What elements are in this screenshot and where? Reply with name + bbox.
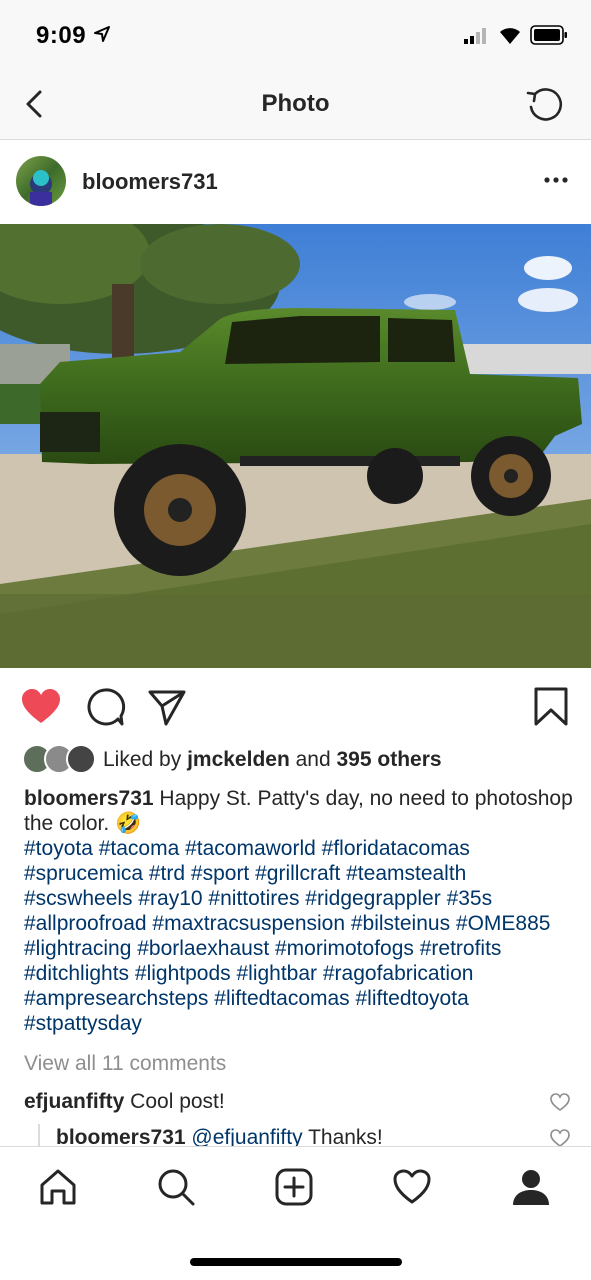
- wifi-icon: [500, 28, 520, 44]
- avatar[interactable]: [16, 156, 66, 206]
- likes-row[interactable]: Liked by jmckelden and 395 others: [0, 740, 591, 780]
- liker-username[interactable]: jmckelden: [187, 748, 290, 771]
- add-icon[interactable]: [274, 1167, 314, 1207]
- post-username[interactable]: bloomers731: [82, 169, 218, 195]
- comment-icon[interactable]: [84, 686, 126, 728]
- caption-username[interactable]: bloomers731: [24, 787, 154, 810]
- location-icon: [94, 26, 110, 42]
- share-icon[interactable]: [146, 686, 188, 728]
- comment-username[interactable]: efjuanfifty: [24, 1090, 124, 1113]
- bookmark-icon[interactable]: [530, 686, 572, 728]
- post-photo[interactable]: [0, 224, 591, 668]
- liker-avatar: [66, 744, 96, 774]
- likes-count[interactable]: 395 others: [337, 748, 442, 771]
- comment-heart-icon[interactable]: [550, 1093, 570, 1111]
- caption-hashtags[interactable]: #toyota #tacoma #tacomaworld #floridatac…: [24, 836, 574, 1036]
- comment-text: Cool post!: [124, 1090, 225, 1113]
- reply-heart-icon[interactable]: [550, 1129, 570, 1147]
- reply-indent: [38, 1124, 40, 1148]
- post-caption: bloomers731 Happy St. Patty's day, no ne…: [24, 786, 574, 1036]
- post-actions: [0, 668, 591, 746]
- nav-bar: Photo: [0, 70, 591, 140]
- truck-photo: [0, 224, 591, 668]
- battery-icon: [530, 25, 567, 45]
- refresh-icon[interactable]: [522, 82, 568, 128]
- post-header: bloomers731: [0, 140, 591, 224]
- activity-icon[interactable]: [392, 1167, 432, 1207]
- more-icon[interactable]: [544, 176, 568, 184]
- home-icon[interactable]: [38, 1167, 78, 1207]
- search-icon[interactable]: [156, 1167, 196, 1207]
- likes-text[interactable]: Liked by jmckelden and 395 others: [103, 748, 442, 772]
- status-time: 9:09: [36, 22, 87, 49]
- view-all-comments[interactable]: View all 11 comments: [24, 1052, 226, 1076]
- home-indicator[interactable]: [190, 1258, 402, 1266]
- page-title: Photo: [261, 90, 330, 117]
- comment: efjuanfifty Cool post!: [24, 1090, 225, 1114]
- likes-prefix: Liked by: [103, 748, 188, 771]
- heart-icon[interactable]: [20, 686, 62, 728]
- profile-icon[interactable]: [511, 1167, 551, 1207]
- status-bar: 9:09: [0, 0, 591, 70]
- signal-icon: [464, 28, 486, 44]
- likes-mid: and: [289, 748, 337, 771]
